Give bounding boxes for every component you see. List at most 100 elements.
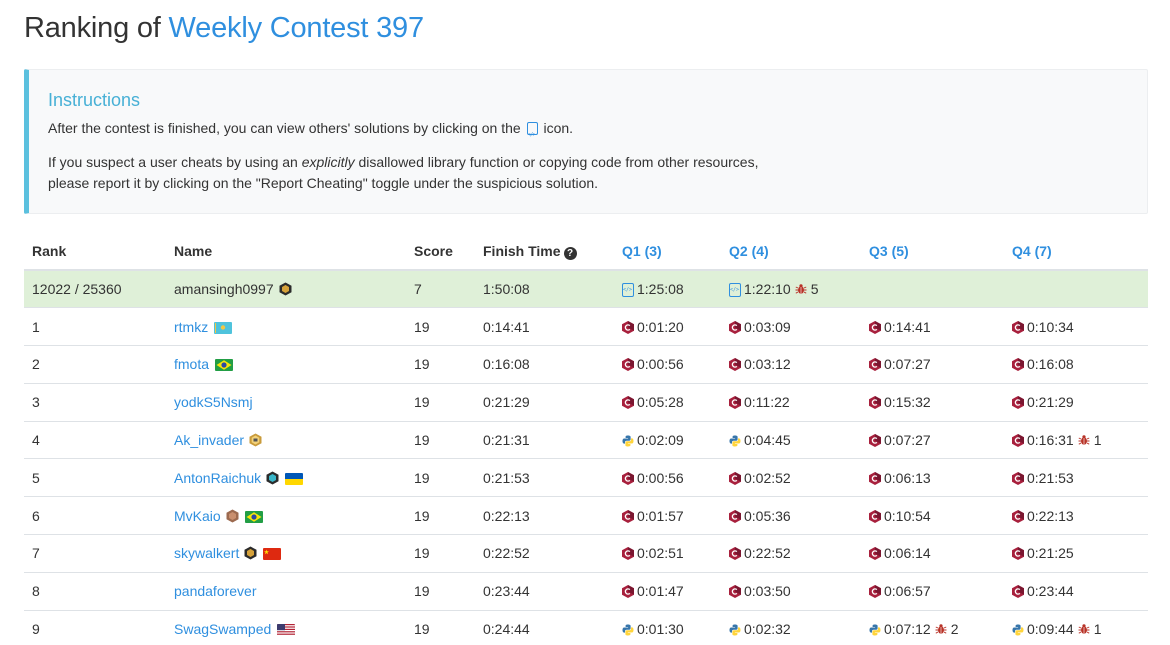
- finish-cell: 0:16:08: [475, 345, 614, 384]
- cpp-language-icon[interactable]: [869, 585, 881, 598]
- python-language-icon[interactable]: [1012, 624, 1024, 636]
- q2-time: 0:22:52: [744, 545, 791, 562]
- q3-cell[interactable]: 0:06:13: [861, 458, 1004, 497]
- q3-time: 0:06:57: [884, 583, 931, 600]
- q1-cell[interactable]: 0:02:51: [614, 534, 721, 573]
- python-language-icon[interactable]: [869, 624, 881, 636]
- cpp-language-icon[interactable]: [1012, 434, 1024, 447]
- q1-time: 0:01:30: [637, 621, 684, 638]
- cpp-language-icon[interactable]: [729, 472, 741, 485]
- q3-cell[interactable]: 0:15:32: [861, 382, 1004, 422]
- code-file-icon[interactable]: [622, 283, 634, 298]
- q4-cell[interactable]: 0:09:44 1: [1004, 609, 1148, 645]
- contest-link[interactable]: Weekly Contest 397: [169, 12, 425, 44]
- cpp-language-icon[interactable]: [622, 510, 634, 523]
- header-q2[interactable]: Q2 (4): [721, 233, 861, 271]
- cpp-language-icon[interactable]: [869, 510, 881, 523]
- my-q4-cell: [1004, 269, 1148, 308]
- q1-cell[interactable]: 0:00:56: [614, 458, 721, 497]
- cpp-language-icon[interactable]: [729, 358, 741, 371]
- hexagon-badge-icon: [266, 471, 279, 485]
- q1-cell[interactable]: 0:01:57: [614, 496, 721, 535]
- q1-cell[interactable]: 0:00:56: [614, 345, 721, 384]
- cpp-language-icon[interactable]: [622, 358, 634, 371]
- cpp-language-icon[interactable]: [729, 510, 741, 523]
- q2-cell[interactable]: 0:02:32: [721, 609, 861, 645]
- cpp-language-icon[interactable]: [869, 547, 881, 560]
- q3-cell[interactable]: 0:07:12 2: [861, 609, 1004, 645]
- q2-cell[interactable]: 0:05:36: [721, 496, 861, 535]
- cpp-language-icon[interactable]: [869, 434, 881, 447]
- code-file-icon[interactable]: [729, 283, 741, 298]
- q3-cell[interactable]: 0:07:27: [861, 345, 1004, 384]
- q2-cell[interactable]: 0:03:09: [721, 307, 861, 346]
- instructions-title: Instructions: [48, 90, 141, 110]
- username-link[interactable]: SwagSwamped: [174, 621, 271, 637]
- q3-cell[interactable]: 0:06:14: [861, 534, 1004, 573]
- cpp-language-icon[interactable]: [1012, 396, 1024, 409]
- q4-cell[interactable]: 0:21:53: [1004, 458, 1148, 497]
- cpp-language-icon[interactable]: [1012, 585, 1024, 598]
- cpp-language-icon[interactable]: [1012, 358, 1024, 371]
- cpp-language-icon[interactable]: [729, 396, 741, 409]
- q2-time: 0:11:22: [744, 394, 790, 411]
- cpp-language-icon[interactable]: [869, 321, 881, 334]
- q2-cell[interactable]: 0:22:52: [721, 534, 861, 573]
- q1-cell[interactable]: 0:02:09: [614, 420, 721, 459]
- q4-cell[interactable]: 0:22:13: [1004, 496, 1148, 535]
- q3-cell[interactable]: 0:06:57: [861, 571, 1004, 611]
- q4-cell[interactable]: 0:23:44: [1004, 571, 1148, 611]
- q3-cell[interactable]: 0:14:41: [861, 307, 1004, 346]
- q3-cell[interactable]: 0:07:27: [861, 420, 1004, 459]
- cpp-language-icon[interactable]: [1012, 472, 1024, 485]
- cpp-language-icon[interactable]: [729, 321, 741, 334]
- python-language-icon[interactable]: [729, 624, 741, 636]
- python-language-icon[interactable]: [729, 435, 741, 447]
- cpp-language-icon[interactable]: [622, 321, 634, 334]
- python-language-icon[interactable]: [622, 435, 634, 447]
- q4-cell[interactable]: 0:16:31 1: [1004, 420, 1148, 459]
- question-circle-icon[interactable]: ?: [563, 246, 577, 260]
- username-link[interactable]: Ak_invader: [174, 432, 244, 448]
- q2-cell[interactable]: 0:03:50: [721, 571, 861, 611]
- header-q1[interactable]: Q1 (3): [614, 233, 721, 271]
- username-link[interactable]: AntonRaichuk: [174, 470, 261, 486]
- cpp-language-icon[interactable]: [869, 472, 881, 485]
- username-link[interactable]: MvKaio: [174, 508, 221, 524]
- q1-time: 0:01:47: [637, 583, 684, 600]
- q4-cell[interactable]: 0:21:29: [1004, 382, 1148, 422]
- username-link[interactable]: yodkS5Nsmj: [174, 394, 253, 410]
- my-q1-time: 1:25:08: [637, 281, 684, 298]
- header-q4[interactable]: Q4 (7): [1004, 233, 1148, 271]
- table-row: 1 rtmkz 19 0:14:41 0:01:20 0:03:09 0:14:…: [24, 307, 1148, 346]
- q2-cell[interactable]: 0:11:22: [721, 382, 861, 422]
- cpp-language-icon[interactable]: [729, 585, 741, 598]
- username-link[interactable]: skywalkert: [174, 545, 239, 561]
- q1-cell[interactable]: 0:01:47: [614, 571, 721, 611]
- python-language-icon[interactable]: [622, 624, 634, 636]
- q3-cell[interactable]: 0:10:54: [861, 496, 1004, 535]
- cpp-language-icon[interactable]: [869, 358, 881, 371]
- cpp-language-icon[interactable]: [622, 472, 634, 485]
- q4-cell[interactable]: 0:16:08: [1004, 345, 1148, 384]
- cpp-language-icon[interactable]: [622, 396, 634, 409]
- q2-cell[interactable]: 0:04:45: [721, 420, 861, 459]
- cpp-language-icon[interactable]: [1012, 510, 1024, 523]
- cpp-language-icon[interactable]: [1012, 321, 1024, 334]
- cpp-language-icon[interactable]: [622, 585, 634, 598]
- q1-cell[interactable]: 0:05:28: [614, 382, 721, 422]
- q2-cell[interactable]: 0:02:52: [721, 458, 861, 497]
- q2-cell[interactable]: 0:03:12: [721, 345, 861, 384]
- q1-cell[interactable]: 0:01:30: [614, 609, 721, 645]
- cpp-language-icon[interactable]: [1012, 547, 1024, 560]
- q4-cell[interactable]: 0:10:34: [1004, 307, 1148, 346]
- q1-cell[interactable]: 0:01:20: [614, 307, 721, 346]
- cpp-language-icon[interactable]: [869, 396, 881, 409]
- username-link[interactable]: rtmkz: [174, 319, 208, 335]
- username-link[interactable]: pandaforever: [174, 583, 257, 599]
- q4-cell[interactable]: 0:21:25: [1004, 534, 1148, 573]
- username-link[interactable]: fmota: [174, 356, 209, 372]
- cpp-language-icon[interactable]: [622, 547, 634, 560]
- cpp-language-icon[interactable]: [729, 547, 741, 560]
- header-q3[interactable]: Q3 (5): [861, 233, 1004, 271]
